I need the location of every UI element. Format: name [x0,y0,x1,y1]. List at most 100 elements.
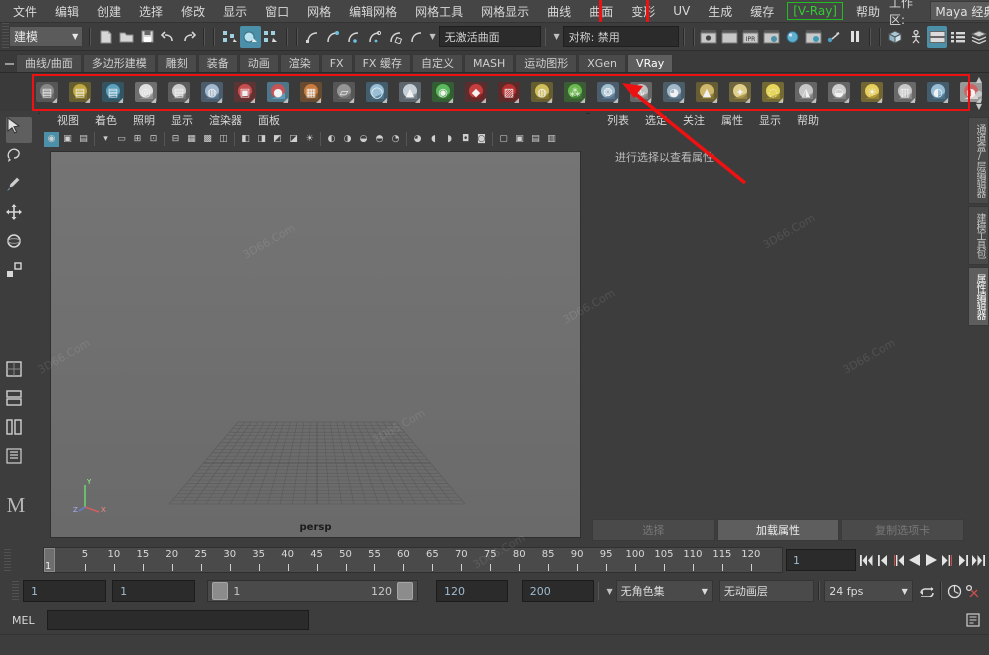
live-surface-field[interactable]: 无激活曲面 [439,26,541,47]
shelf-tab-curves-surfaces[interactable]: 曲线/曲面 [16,54,82,72]
viewport-xray-joints-icon[interactable]: ◕ [410,132,425,147]
snap-point-icon[interactable] [343,26,364,48]
go-to-start-button[interactable] [859,550,874,570]
render-setup-icon[interactable] [823,26,844,48]
viewport-extra-icon[interactable]: ▥ [544,132,559,147]
step-forward-keyframe-button[interactable] [955,550,970,570]
viewport-menu-panels[interactable]: 面板 [251,111,287,129]
vray-ies-light-icon[interactable]: ◯ [362,77,392,109]
scale-tool[interactable] [6,262,32,288]
menu-item-help[interactable]: 帮助 [847,1,889,22]
menu-item-edit[interactable]: 编辑 [46,1,88,22]
viewport-lock-camera-icon[interactable]: ▣ [60,132,75,147]
range-bar-left-handle[interactable] [212,582,228,600]
shelf-tab-fx[interactable]: FX [321,54,353,72]
viewport-menu-shading[interactable]: 着色 [88,111,124,129]
layout-four-pane-icon[interactable] [6,419,32,445]
viewport-exposure-icon[interactable]: ◫ [216,132,231,147]
character-set-select[interactable]: 无角色集 ▼ [616,580,713,602]
snap-curve-icon[interactable] [322,26,343,48]
symmetry-field[interactable]: 对称: 禁用 [563,26,679,47]
ae-load-attributes-button[interactable]: 加载属性 [717,519,840,541]
vray-light-mtl-icon[interactable]: ◌ [758,77,788,109]
viewport-select-camera-icon[interactable]: ◉ [44,132,59,147]
vray-vfb-icon[interactable]: ▤ [164,77,194,109]
vray-rect-light-icon[interactable]: ▱ [329,77,359,109]
redo-icon[interactable] [179,26,200,48]
viewport-image-plane-icon[interactable]: ▭ [114,132,129,147]
animation-preferences-icon[interactable] [964,581,981,601]
vray-render-icon[interactable]: ▤ [32,77,62,109]
rotate-tool[interactable] [6,233,32,259]
vray-sphere-fade-icon[interactable]: ◕ [659,77,689,109]
ae-menu-selected[interactable]: 选定 [638,111,674,129]
select-object-icon[interactable] [240,26,261,48]
play-backwards-button[interactable] [907,550,922,570]
viewport-resolution-gate-icon[interactable]: ▦ [184,132,199,147]
viewport-camera-attr-icon[interactable]: ▤ [76,132,91,147]
time-slider[interactable]: 1 51015202530354045505560657075808590951… [43,547,783,573]
range-bar-right-handle[interactable] [397,582,413,600]
layout-two-pane-icon[interactable] [6,390,32,416]
viewport-snapshot-icon[interactable]: ▢ [496,132,511,147]
go-to-end-button[interactable] [971,550,986,570]
sidebar-tab-attribute-editor[interactable]: 属性编辑器 [968,267,989,326]
vray-render-folder-icon[interactable]: ▤ [65,77,95,109]
viewport-hud-icon[interactable]: ▣ [512,132,527,147]
paint-select-tool[interactable] [6,175,32,201]
perspective-viewport[interactable]: Y X Z persp [50,151,581,538]
vray-physical-camera-icon[interactable]: ▣ [230,77,260,109]
range-grip[interactable] [12,581,19,601]
viewport-shadow-icon[interactable]: ◐ [324,132,339,147]
shelf-tab-sculpting[interactable]: 雕刻 [157,54,197,72]
ae-menu-focus[interactable]: 关注 [676,111,712,129]
current-frame-field[interactable]: 1 [786,549,856,571]
script-editor-icon[interactable] [963,611,983,629]
chevron-down-icon[interactable]: ▼ [603,587,615,596]
command-line-input[interactable] [47,610,309,630]
toolbar-grip[interactable] [2,23,9,50]
time-slider-grip[interactable] [4,549,11,571]
shelf-tab-rigging[interactable]: 装备 [198,54,238,72]
new-file-icon[interactable] [95,26,116,48]
rigging-icon[interactable] [906,26,927,48]
shelf-tab-xgen[interactable]: XGen [578,54,626,72]
menu-item-vray[interactable]: [V-Ray] [787,2,843,20]
menu-item-deform[interactable]: 变形 [622,1,664,22]
animation-start-field[interactable]: 1 [23,580,106,602]
move-tool[interactable] [6,204,32,230]
save-icon[interactable] [137,26,158,48]
viewport-menu-show[interactable]: 显示 [164,111,200,129]
render-settings-icon[interactable] [761,26,782,48]
viewport-gate-mask-icon[interactable]: ▩ [200,132,215,147]
step-back-keyframe-button[interactable] [875,550,890,570]
viewport-panel-zoom-icon[interactable]: ▤ [528,132,543,147]
viewport-isolate-select-icon[interactable]: ◘ [458,132,473,147]
vray-environment-fog-icon[interactable]: ▲ [692,77,722,109]
vray-bump-mtl-icon[interactable]: ▥ [890,77,920,109]
chevron-down-icon[interactable]: ▼ [550,32,562,41]
shelf-tab-poly-modeling[interactable]: 多边形建模 [83,54,156,72]
range-bar[interactable]: 1 120 [207,580,418,602]
viewport-wireframe-icon[interactable]: ◧ [238,132,253,147]
menu-item-file[interactable]: 文件 [4,1,46,22]
shelf-tab-mash[interactable]: MASH [464,54,514,72]
ae-select-button[interactable]: 选择 [592,519,715,541]
render-sequence-icon[interactable] [719,26,740,48]
scroll-down-icon[interactable]: ▼ [976,102,982,111]
viewport-two-d-pan-icon[interactable]: ⊞ [130,132,145,147]
vray-mesh-light-icon[interactable]: ▦ [296,77,326,109]
sidebar-tab-channel-box[interactable]: 通道盒/层编辑器 [968,117,989,204]
viewport-aa-icon[interactable]: ◓ [372,132,387,147]
vray-sky-icon[interactable]: ✦ [725,77,755,109]
viewport-textured-icon[interactable]: ◪ [286,132,301,147]
vray-displacement-icon[interactable]: ◍ [527,77,557,109]
vray-clipper-icon[interactable]: ▨ [494,77,524,109]
menu-set-select[interactable]: 建模 ▼ [9,26,83,47]
vray-dome-light-icon[interactable]: ◍ [197,77,227,109]
layout-outliner-icon[interactable] [6,448,32,474]
viewport-film-gate-icon[interactable]: ⊟ [168,132,183,147]
vray-sphere-light-icon[interactable]: ● [263,77,293,109]
menu-item-select[interactable]: 选择 [130,1,172,22]
viewport-xray-icon[interactable]: ◔ [388,132,403,147]
